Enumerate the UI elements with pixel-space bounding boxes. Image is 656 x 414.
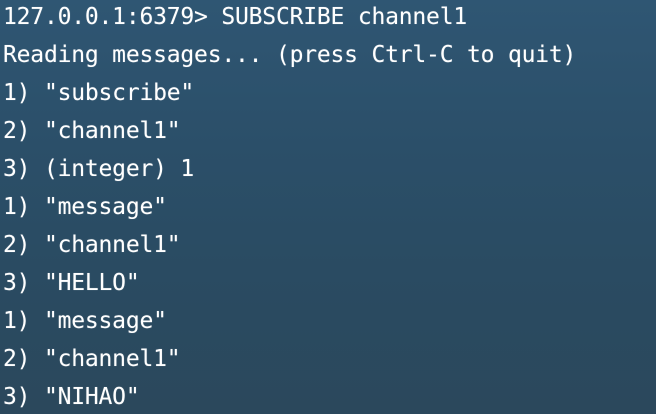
terminal-output-line: 2) "channel1"	[3, 118, 181, 144]
terminal-output-line: 2) "channel1"	[3, 232, 181, 258]
terminal-output-line: 2) "channel1"	[3, 346, 181, 372]
terminal-output-line: Reading messages... (press Ctrl-C to qui…	[3, 42, 577, 68]
terminal-window[interactable]: 127.0.0.1:6379> SUBSCRIBE channel1 Readi…	[0, 0, 656, 414]
terminal-output-line: 1) "message"	[3, 194, 167, 220]
terminal-output-line: 3) (integer) 1	[3, 156, 195, 182]
terminal-output-line: 1) "subscribe"	[3, 80, 195, 106]
terminal-output-line: 1) "message"	[3, 308, 167, 334]
terminal-command-line: 127.0.0.1:6379> SUBSCRIBE channel1	[3, 4, 468, 30]
terminal-output-line: 3) "NIHAO"	[3, 384, 140, 410]
terminal-output-line: 3) "HELLO"	[3, 270, 140, 296]
